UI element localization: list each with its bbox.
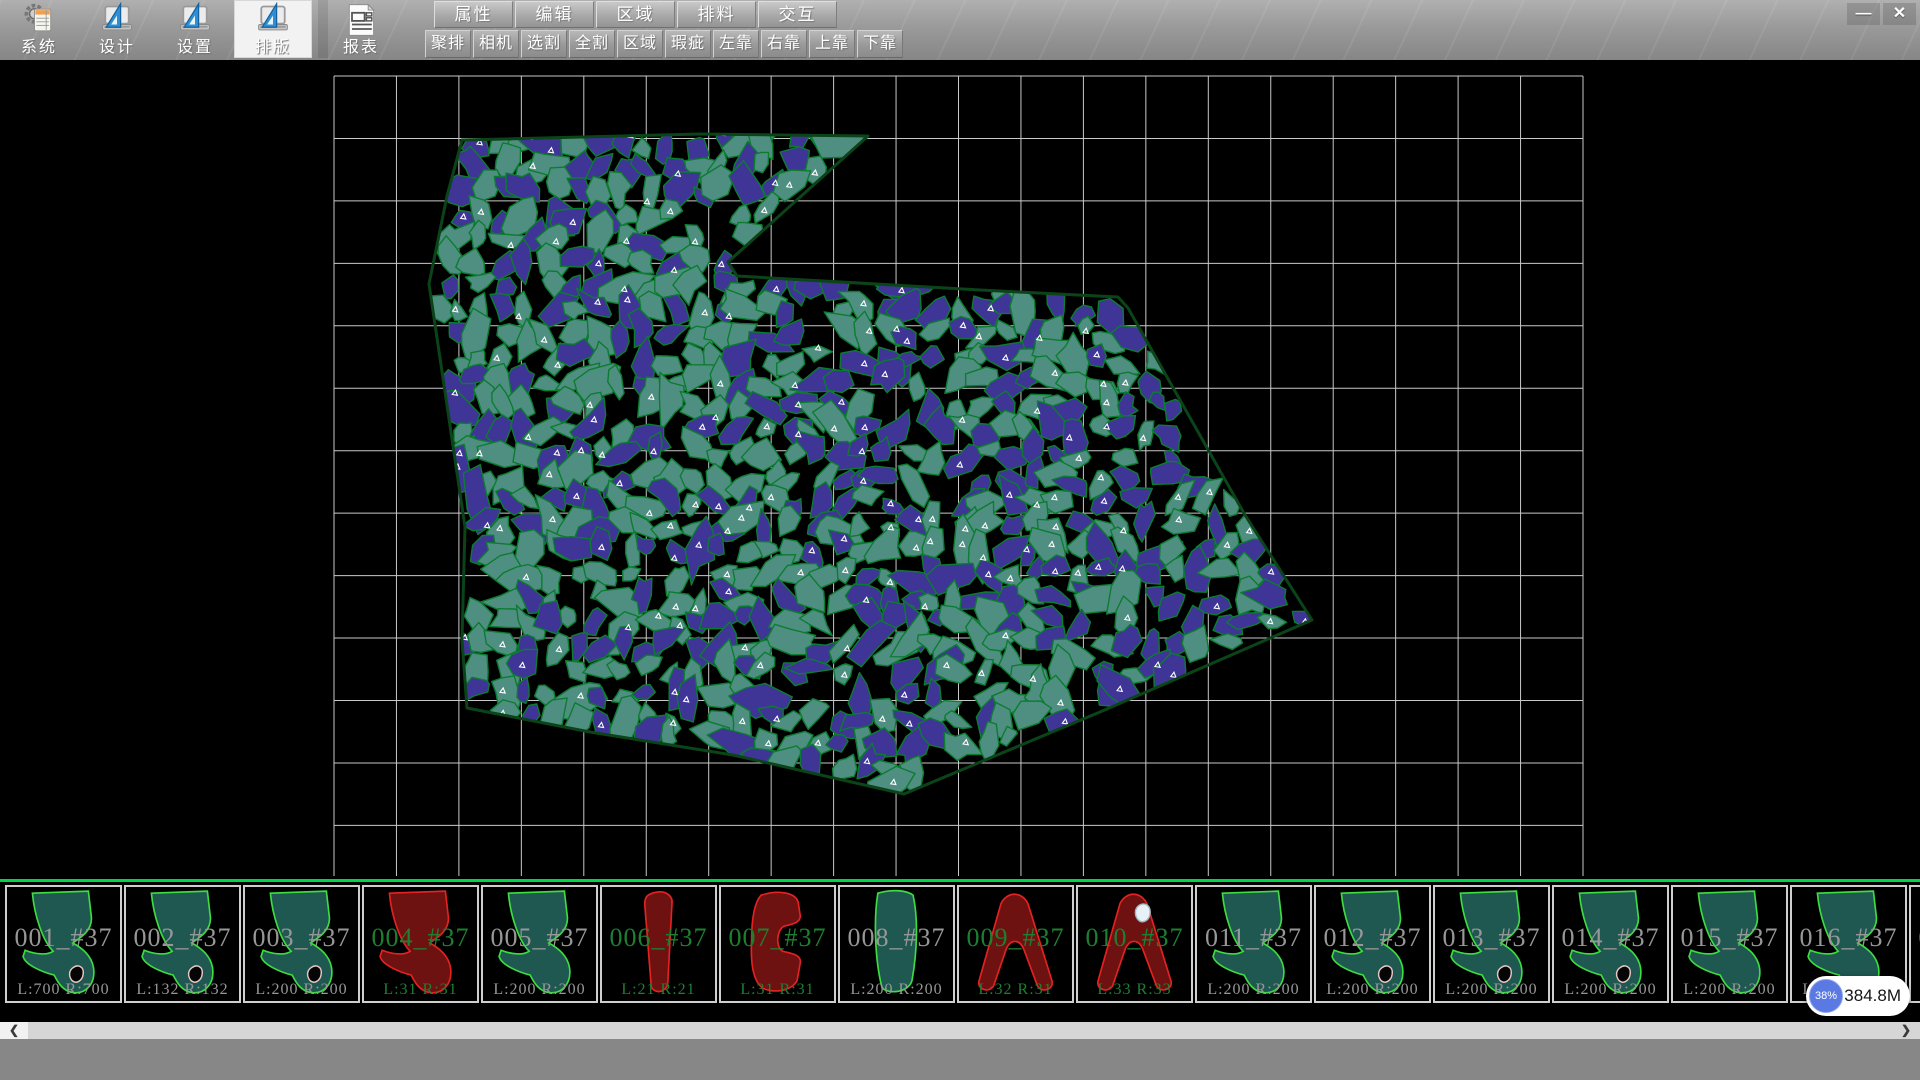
nesting-canvas[interactable] — [0, 60, 1920, 878]
piece-id-label: 011_#37 — [1197, 923, 1310, 953]
piece-id-label: 002_#37 — [126, 923, 239, 953]
tool-button-3[interactable]: 选割 — [521, 30, 567, 58]
menu-item-4[interactable]: 排料 — [677, 1, 756, 28]
nesting-canvas-svg[interactable] — [0, 60, 1920, 878]
strip-top-line — [0, 879, 1920, 882]
menu-item-3[interactable]: 区域 — [596, 1, 675, 28]
piece-id-label: 015_#37 — [1673, 923, 1786, 953]
module-button-1[interactable]: 系统 — [0, 0, 78, 58]
piece-id-label: 010_#37 — [1078, 923, 1191, 953]
piece-lr-count-label: L:31 R:31 — [721, 981, 834, 999]
menu-item-1[interactable]: 属性 — [434, 1, 513, 28]
tool-button-6[interactable]: 瑕疵 — [665, 30, 711, 58]
piece-lr-count-label: L:200 R:200 — [1435, 981, 1548, 999]
piece-lr-count-label: L:32 R:31 — [959, 981, 1072, 999]
piece-thumbnail-cell-4[interactable]: 004_#37 L:31 R:31 — [362, 885, 479, 1003]
piece-lr-count-label: L:132 R:132 — [126, 981, 239, 999]
title-ribbon-bar: 系统设计设置排版报表 属性编辑区域排料交互 聚排相机选割全割区域瑕疵左靠右靠上靠… — [0, 0, 1920, 60]
module-button-5[interactable]: 报表 — [322, 0, 400, 58]
piece-thumbnail-cell-12[interactable]: 012_#37 L:200 R:200 — [1314, 885, 1431, 1003]
piece-lr-count-label: L:700 R:700 — [7, 981, 120, 999]
piece-thumbnail-cell-6[interactable]: 006_#37 L:21 R:21 — [600, 885, 717, 1003]
menu-bar: 属性编辑区域排料交互 — [434, 1, 837, 28]
piece-id-label: 013_#37 — [1435, 923, 1548, 953]
piece-thumbnail-cell-8[interactable]: 008_#37 L:200 R:200 — [838, 885, 955, 1003]
piece-id-label: 008_#37 — [840, 923, 953, 953]
piece-lr-count-label: L:31 R:31 — [364, 981, 477, 999]
module-button-2[interactable]: 设计 — [78, 0, 156, 58]
tool-button-4[interactable]: 全割 — [569, 30, 615, 58]
piece-id-label: 009_#37 — [959, 923, 1072, 953]
piece-lr-count-label: L:200 R:200 — [1316, 981, 1429, 999]
piece-thumbnail-cell-17[interactable]: 017_#37 L:200 R:200 — [1909, 885, 1920, 1003]
piece-thumbnail-cell-2[interactable]: 002_#37 L:132 R:132 — [124, 885, 241, 1003]
piece-id-label: 006_#37 — [602, 923, 715, 953]
piece-lr-count-label: L:200 R:200 — [1911, 981, 1920, 999]
scroll-left-button[interactable]: ❮ — [0, 1022, 28, 1039]
module-button-4[interactable]: 排版 — [234, 0, 312, 58]
piece-lr-count-label: L:200 R:200 — [840, 981, 953, 999]
piece-thumbnail-cell-14[interactable]: 014_#37 L:200 R:200 — [1552, 885, 1669, 1003]
menu-item-2[interactable]: 编辑 — [515, 1, 594, 28]
tool-button-8[interactable]: 右靠 — [761, 30, 807, 58]
scroll-right-button[interactable]: ❯ — [1892, 1022, 1920, 1039]
piece-thumbnail-cell-9[interactable]: 009_#37 L:32 R:31 — [957, 885, 1074, 1003]
minimize-button[interactable]: — — [1847, 3, 1880, 25]
tool-button-2[interactable]: 相机 — [473, 30, 519, 58]
module-button-label: 设计 — [78, 33, 156, 57]
module-button-label: 设置 — [156, 33, 234, 57]
piece-id-label: 001_#37 — [7, 923, 120, 953]
tool-button-1[interactable]: 聚排 — [425, 30, 471, 58]
piece-id-label: 004_#37 — [364, 923, 477, 953]
piece-id-label: 007_#37 — [721, 923, 834, 953]
memory-size-label: 384.8M — [1844, 976, 1901, 1016]
piece-thumbnail-cell-1[interactable]: 001_#37 L:700 R:700 — [5, 885, 122, 1003]
tool-button-7[interactable]: 左靠 — [713, 30, 759, 58]
piece-lr-count-label: L:21 R:21 — [602, 981, 715, 999]
tool-button-9[interactable]: 上靠 — [809, 30, 855, 58]
piece-thumbnail-cell-5[interactable]: 005_#37 L:200 R:200 — [481, 885, 598, 1003]
window-controls: — ✕ — [1847, 3, 1916, 25]
piece-lr-count-label: L:200 R:200 — [1673, 981, 1786, 999]
piece-thumbnail-cell-7[interactable]: 007_#37 L:31 R:31 — [719, 885, 836, 1003]
tool-button-5[interactable]: 区域 — [617, 30, 663, 58]
piece-thumbnail-cell-15[interactable]: 015_#37 L:200 R:200 — [1671, 885, 1788, 1003]
piece-lr-count-label: L:200 R:200 — [1197, 981, 1310, 999]
piece-id-label: 014_#37 — [1554, 923, 1667, 953]
module-button-label: 报表 — [322, 33, 400, 57]
module-button-3[interactable]: 设置 — [156, 0, 234, 58]
piece-thumbnail-cell-11[interactable]: 011_#37 L:200 R:200 — [1195, 885, 1312, 1003]
tool-bar: 聚排相机选割全割区域瑕疵左靠右靠上靠下靠 — [425, 30, 903, 58]
piece-thumbnail-cell-3[interactable]: 003_#37 L:200 R:200 — [243, 885, 360, 1003]
piece-thumbnail-list: 001_#37L:700 R:700002_#37L:132 R:132003_… — [5, 885, 1920, 1003]
nested-pieces-layer[interactable] — [419, 117, 1315, 801]
piece-thumbnail-strip: 001_#37L:700 R:700002_#37L:132 R:132003_… — [0, 878, 1920, 1006]
close-button[interactable]: ✕ — [1883, 3, 1916, 25]
module-button-label: 排版 — [234, 33, 312, 57]
piece-id-label: 017_#37 — [1911, 923, 1920, 953]
piece-lr-count-label: L:33 R:33 — [1078, 981, 1191, 999]
piece-lr-count-label: L:200 R:200 — [483, 981, 596, 999]
piece-thumbnail-cell-13[interactable]: 013_#37 L:200 R:200 — [1433, 885, 1550, 1003]
status-bar — [0, 1039, 1920, 1080]
menu-item-5[interactable]: 交互 — [758, 1, 837, 28]
piece-id-label: 003_#37 — [245, 923, 358, 953]
thumbnail-scrollbar[interactable]: ❮ ❯ — [0, 1022, 1920, 1039]
piece-thumbnail-cell-10[interactable]: 010_#37 L:33 R:33 — [1076, 885, 1193, 1003]
piece-id-label: 012_#37 — [1316, 923, 1429, 953]
piece-lr-count-label: L:200 R:200 — [1554, 981, 1667, 999]
tool-button-10[interactable]: 下靠 — [857, 30, 903, 58]
memory-usage-badge[interactable]: 38% 384.8M — [1806, 976, 1910, 1016]
piece-id-label: 016_#37 — [1792, 923, 1905, 953]
piece-lr-count-label: L:200 R:200 — [245, 981, 358, 999]
module-button-label: 系统 — [0, 33, 78, 57]
piece-id-label: 005_#37 — [483, 923, 596, 953]
progress-percent-circle: 38% — [1809, 979, 1843, 1013]
